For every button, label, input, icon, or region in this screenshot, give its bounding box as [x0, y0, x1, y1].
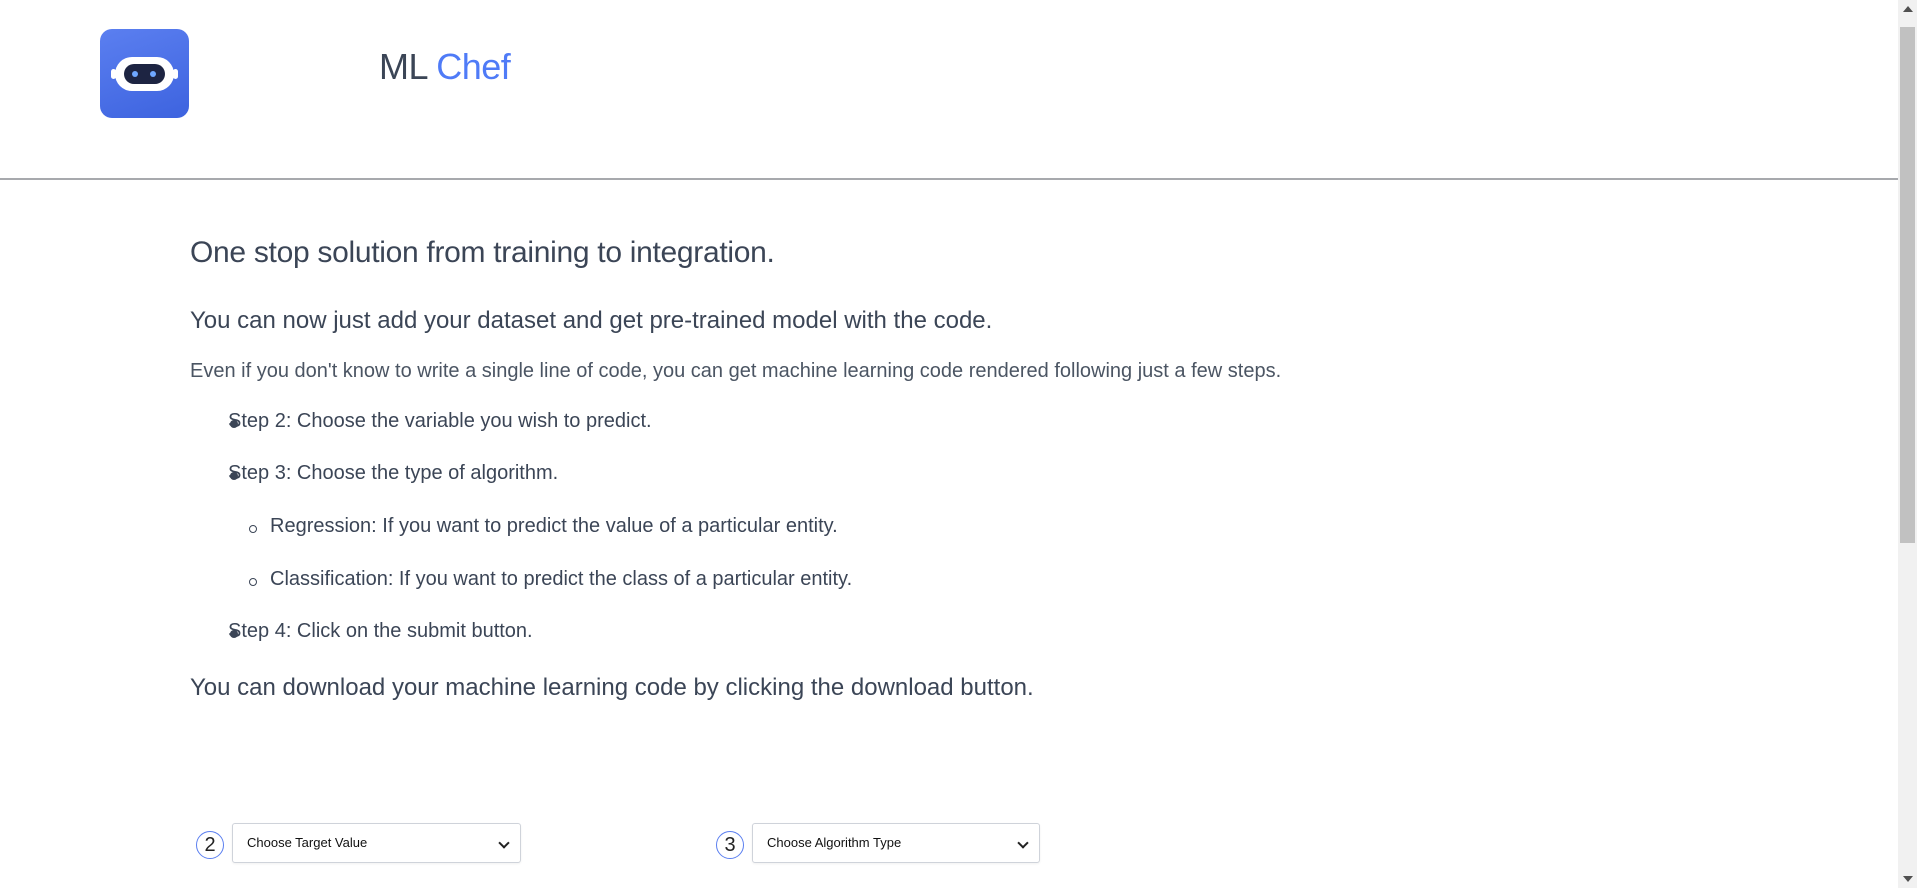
main-content: One stop solution from training to integ… — [190, 236, 1690, 701]
algorithm-type-item: Regression: If you want to predict the v… — [270, 515, 838, 537]
sub-list-bullet — [249, 525, 257, 533]
chevron-down-icon — [1017, 837, 1029, 849]
page-headline: One stop solution from training to integ… — [190, 236, 775, 269]
target-value-select[interactable]: Choose Target Value — [232, 823, 521, 863]
page: ML Chef One stop solution from training … — [0, 0, 1917, 888]
brand-title[interactable]: ML Chef — [379, 46, 511, 88]
algorithm-type-item: Classification: If you want to predict t… — [270, 568, 853, 590]
step-item: Step 4: Click on the submit button. — [228, 620, 533, 642]
step-number-badge: 3 — [716, 831, 744, 859]
brand-accent: Chef — [436, 46, 511, 87]
lead-paragraph: Even if you don't know to write a single… — [190, 360, 1282, 382]
site-header: ML Chef — [0, 0, 1898, 180]
algorithm-type-select[interactable]: Choose Algorithm Type — [752, 823, 1040, 863]
sub-list-bullet — [249, 578, 257, 586]
robot-face — [111, 57, 178, 91]
brand-primary: ML — [379, 46, 427, 87]
robot-icon[interactable] — [100, 29, 189, 118]
scrollbar-thumb[interactable] — [1900, 27, 1915, 543]
scroll-up-icon[interactable] — [1903, 6, 1913, 12]
vertical-scrollbar[interactable] — [1898, 0, 1917, 888]
download-note: You can download your machine learning c… — [190, 674, 1034, 701]
scroll-down-icon[interactable] — [1903, 876, 1913, 882]
page-subhead: You can now just add your dataset and ge… — [190, 307, 993, 334]
chevron-down-icon — [498, 837, 510, 849]
step-number-badge: 2 — [196, 831, 224, 859]
step-item: Step 2: Choose the variable you wish to … — [228, 410, 652, 432]
step-item: Step 3: Choose the type of algorithm. — [228, 462, 559, 484]
